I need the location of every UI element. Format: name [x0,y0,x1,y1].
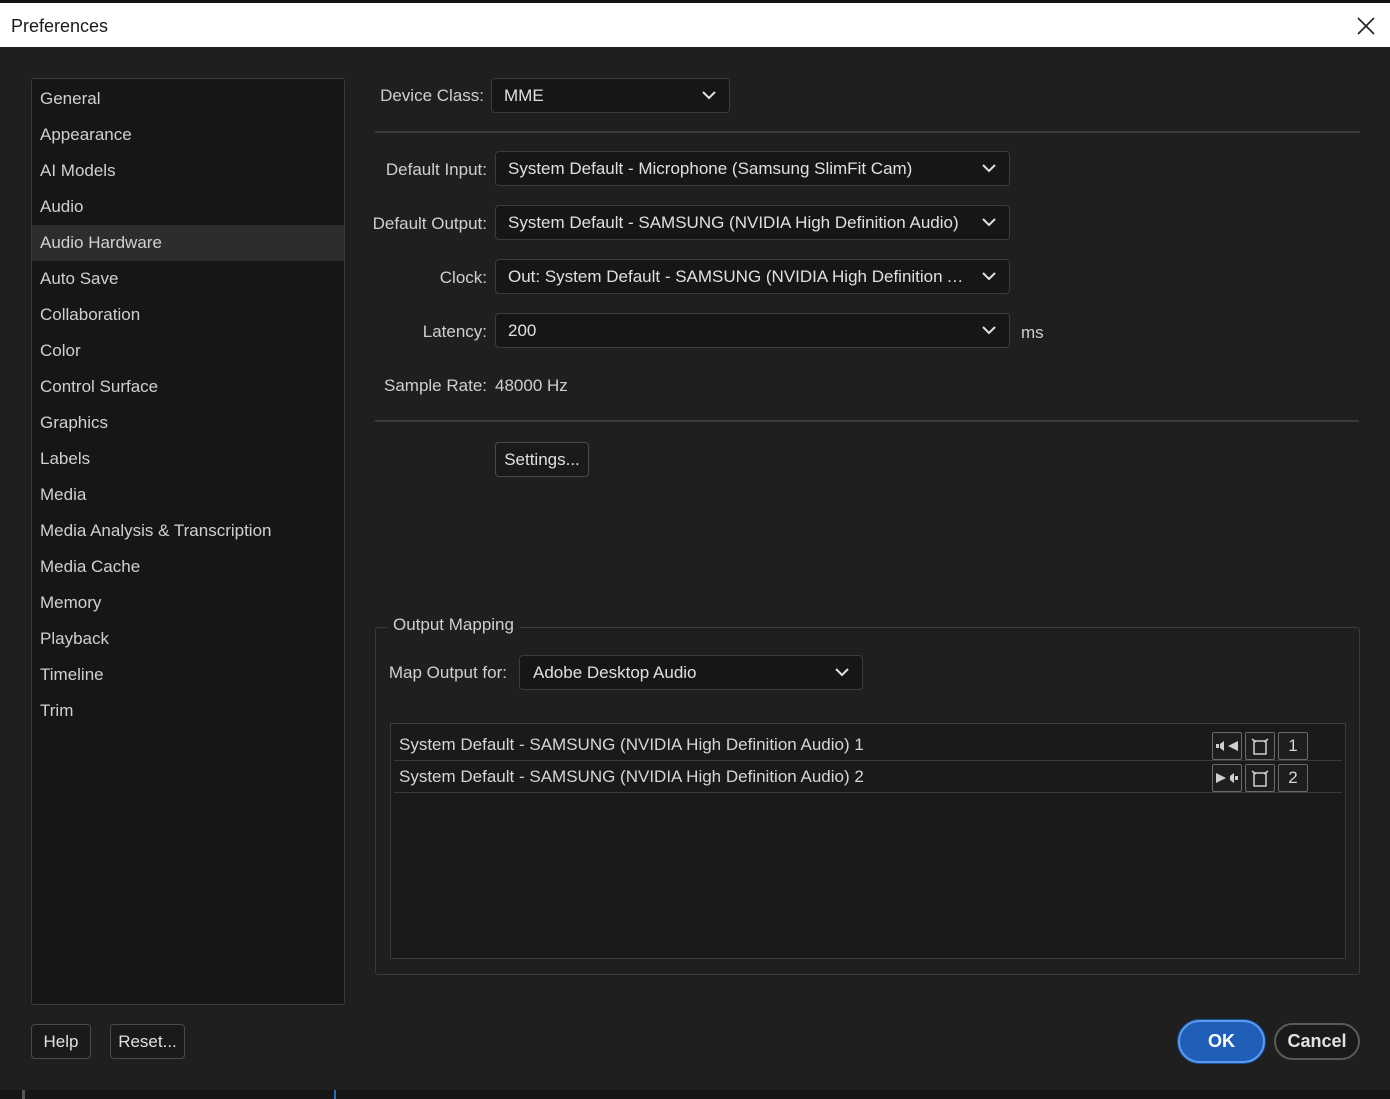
clock-label: Clock: [439,268,487,287]
speaker-frame-icon[interactable] [1245,732,1275,760]
section-divider [375,420,1359,422]
preferences-sidebar: General Appearance AI Models Audio Audio… [31,78,345,1005]
default-input-value: System Default - Microphone (Samsung Sli… [508,159,913,178]
list-item[interactable]: System Default - SAMSUNG (NVIDIA High De… [394,761,1342,793]
latency-value: 200 [508,321,537,340]
channel-number[interactable]: 2 [1278,764,1308,792]
sidebar-item-appearance[interactable]: Appearance [32,117,344,153]
default-output-label: Default Output: [372,214,487,233]
sidebar-item-general[interactable]: General [32,81,344,117]
device-class-value: MME [504,86,544,105]
speaker-right-icon[interactable] [1212,764,1242,792]
list-item[interactable]: System Default - SAMSUNG (NVIDIA High De… [394,729,1342,761]
map-output-value: Adobe Desktop Audio [533,663,697,682]
clock-select[interactable]: Out: System Default - SAMSUNG (NVIDIA Hi… [495,259,1010,294]
clock-value: Out: System Default - SAMSUNG (NVIDIA Hi… [508,267,969,286]
latency-label: Latency: [422,322,487,341]
channel-label: System Default - SAMSUNG (NVIDIA High De… [399,735,864,754]
default-input-select[interactable]: System Default - Microphone (Samsung Sli… [495,151,1010,186]
map-output-label: Map Output for: [388,663,507,682]
sample-rate-label: Sample Rate: [384,376,487,395]
sidebar-item-playback[interactable]: Playback [32,621,344,657]
default-output-select[interactable]: System Default - SAMSUNG (NVIDIA High De… [495,205,1010,240]
latency-select[interactable]: 200 [495,313,1010,348]
chevron-down-icon [982,326,996,335]
chevron-down-icon [982,218,996,227]
sample-rate-value: 48000 Hz [495,376,568,395]
chevron-down-icon [702,91,716,100]
sidebar-item-media-analysis[interactable]: Media Analysis & Transcription [32,513,344,549]
map-output-select[interactable]: Adobe Desktop Audio [519,655,863,690]
section-divider [375,131,1360,133]
device-class-select[interactable]: MME [491,78,730,113]
chevron-down-icon [982,272,996,281]
chevron-down-icon [982,164,996,173]
sidebar-item-audio-hardware[interactable]: Audio Hardware [32,225,344,261]
sidebar-item-media[interactable]: Media [32,477,344,513]
background-app-strip [0,1090,1390,1099]
sidebar-item-control-surface[interactable]: Control Surface [32,369,344,405]
speaker-frame-icon[interactable] [1245,764,1275,792]
help-button[interactable]: Help [31,1024,91,1059]
sidebar-item-audio[interactable]: Audio [32,189,344,225]
ok-button[interactable]: OK [1178,1020,1265,1063]
settings-button[interactable]: Settings... [495,442,589,477]
sidebar-item-collaboration[interactable]: Collaboration [32,297,344,333]
sidebar-item-trim[interactable]: Trim [32,693,344,729]
sidebar-item-labels[interactable]: Labels [32,441,344,477]
sidebar-item-auto-save[interactable]: Auto Save [32,261,344,297]
sidebar-item-timeline[interactable]: Timeline [32,657,344,693]
cancel-button[interactable]: Cancel [1274,1023,1360,1060]
speaker-left-icon[interactable] [1212,732,1242,760]
default-input-label: Default Input: [385,160,487,179]
sidebar-item-ai-models[interactable]: AI Models [32,153,344,189]
output-mapping-list: System Default - SAMSUNG (NVIDIA High De… [390,723,1346,959]
output-mapping-title: Output Mapping [387,615,520,635]
chevron-down-icon [835,668,849,677]
sidebar-item-media-cache[interactable]: Media Cache [32,549,344,585]
device-class-label: Device Class: [380,86,484,105]
channel-label: System Default - SAMSUNG (NVIDIA High De… [399,767,864,786]
reset-button[interactable]: Reset... [110,1024,185,1059]
sidebar-item-memory[interactable]: Memory [32,585,344,621]
title-bar: Preferences [0,0,1390,47]
close-icon[interactable] [1354,14,1378,38]
sidebar-item-color[interactable]: Color [32,333,344,369]
window-title: Preferences [11,16,109,36]
default-output-value: System Default - SAMSUNG (NVIDIA High De… [508,213,959,232]
channel-number[interactable]: 1 [1278,732,1308,760]
latency-unit: ms [1021,323,1044,342]
sidebar-item-graphics[interactable]: Graphics [32,405,344,441]
